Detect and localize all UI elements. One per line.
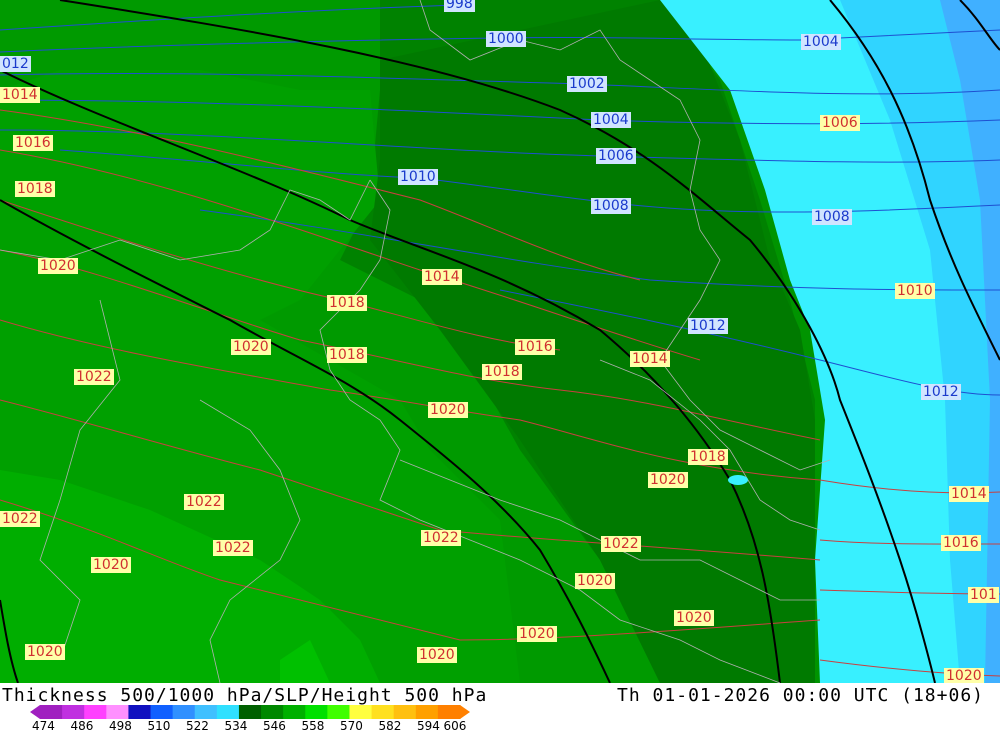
footer: Thickness 500/1000 hPa/SLP/Height 500 hP…	[0, 683, 1000, 733]
slp-label: 1022	[74, 369, 114, 385]
slp-label: 1020	[417, 647, 457, 663]
legend-swatch	[327, 705, 350, 719]
slp-label: 1016	[515, 339, 555, 355]
slp-label: 012	[0, 56, 31, 72]
slp-label: 1022	[213, 540, 253, 556]
legend-swatch	[283, 705, 306, 719]
slp-label: 1018	[327, 347, 367, 363]
legend-swatch	[194, 705, 218, 719]
legend-swatch	[261, 705, 284, 719]
legend-swatch	[172, 705, 196, 719]
slp-label: 998	[444, 0, 475, 12]
legend-swatch	[238, 705, 262, 719]
legend-swatch	[62, 705, 85, 719]
slp-label: 1006	[820, 115, 860, 131]
map-canvas	[0, 0, 1000, 683]
slp-label: 101	[968, 587, 999, 603]
slp-label: 1008	[812, 209, 852, 225]
legend-tick-label: 606	[443, 719, 467, 733]
legend-tick-label: 594	[417, 719, 440, 733]
legend-tick-label: 534	[224, 719, 248, 733]
legend-arrow-left	[30, 705, 40, 719]
slp-label: 1008	[591, 198, 631, 214]
legend-swatch	[84, 705, 107, 719]
slp-label: 1004	[591, 112, 631, 128]
legend-swatch	[128, 705, 152, 719]
slp-label: 1020	[428, 402, 468, 418]
legend-swatch	[150, 705, 174, 719]
legend-tick-label: 498	[109, 719, 132, 733]
legend-tick-label: 558	[301, 719, 325, 733]
slp-label: 1006	[596, 148, 636, 164]
legend-tick-label: 582	[378, 719, 402, 733]
legend-arrow-right	[460, 705, 470, 719]
slp-label: 1022	[184, 494, 224, 510]
slp-label: 1020	[25, 644, 65, 660]
slp-label: 1016	[13, 135, 53, 151]
slp-label: 1018	[15, 181, 55, 197]
slp-label: 1010	[895, 283, 935, 299]
slp-label: 1022	[0, 511, 40, 527]
slp-label: 1018	[482, 364, 522, 380]
slp-label: 1018	[688, 449, 728, 465]
legend-swatch	[371, 705, 395, 719]
legend-tick-label: 486	[70, 719, 94, 733]
legend-swatch	[106, 705, 129, 719]
legend-swatch	[393, 705, 417, 719]
legend-swatch	[415, 705, 439, 719]
slp-label: 1002	[567, 76, 607, 92]
legend-tick-label: 474	[32, 719, 55, 733]
slp-label: 1000	[486, 31, 526, 47]
legend-swatch	[40, 705, 63, 719]
legend-tick-label: 570	[340, 719, 363, 733]
slp-label: 1020	[91, 557, 131, 573]
slp-label: 1022	[421, 530, 461, 546]
slp-label: 1022	[601, 536, 641, 552]
slp-label: 1020	[674, 610, 714, 626]
slp-label: 1014	[422, 269, 462, 285]
slp-label: 1020	[517, 626, 557, 642]
slp-label: 1014	[0, 87, 40, 103]
slp-label: 1020	[38, 258, 78, 274]
slp-label: 1012	[921, 384, 961, 400]
map-title: Thickness 500/1000 hPa/SLP/Height 500 hP…	[2, 685, 488, 706]
map-datetime: Th 01-01-2026 00:00 UTC (18+06)	[617, 685, 984, 706]
legend-swatch	[305, 705, 328, 719]
legend-swatch	[216, 705, 240, 719]
slp-label: 1012	[688, 318, 728, 334]
slp-label: 1014	[630, 351, 670, 367]
color-legend	[30, 705, 470, 719]
slp-label: 1020	[944, 668, 984, 683]
weather-map: 998 1000 1002 1004 1006 1008 1010 1012 0…	[0, 0, 1000, 683]
slp-label: 1016	[941, 535, 981, 551]
slp-label: 1014	[949, 486, 989, 502]
legend-swatch	[349, 705, 373, 719]
legend-tick-label: 510	[147, 719, 171, 733]
slp-label: 1018	[327, 295, 367, 311]
slp-label: 1004	[801, 34, 841, 50]
slp-label: 1020	[575, 573, 615, 589]
slp-label: 1010	[398, 169, 438, 185]
slp-label: 1020	[231, 339, 271, 355]
legend-tick-label: 546	[263, 719, 286, 733]
lake	[728, 475, 748, 485]
slp-label: 1020	[648, 472, 688, 488]
legend-swatch	[437, 705, 461, 719]
legend-tick-label: 522	[186, 719, 209, 733]
